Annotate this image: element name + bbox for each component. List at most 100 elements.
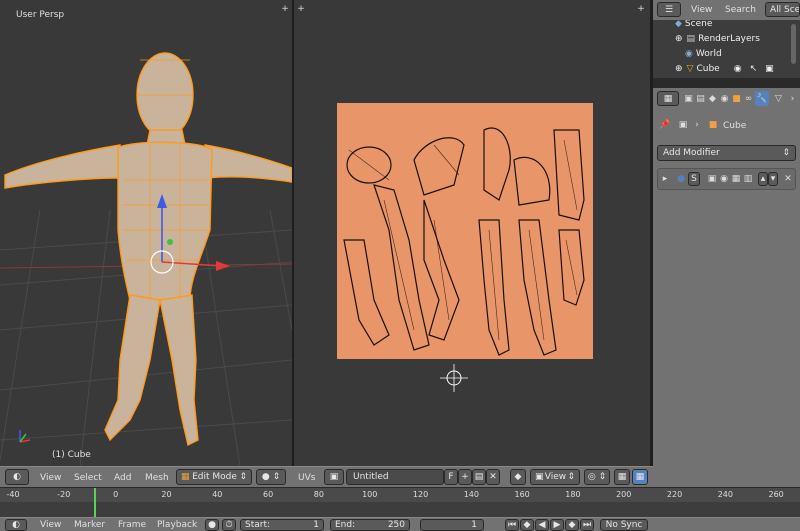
select-arrow-icon[interactable]: ↖: [750, 64, 758, 74]
expand-icon[interactable]: ⊕: [675, 64, 683, 74]
preview-range-button[interactable]: ⏱: [222, 519, 236, 531]
snap-toggle-button[interactable]: ▦: [614, 469, 630, 485]
display-mode-dropdown[interactable]: All Scenes: [765, 2, 800, 17]
timeline-menu-frame[interactable]: Frame: [118, 520, 146, 530]
render-camera-icon[interactable]: ▣: [765, 64, 774, 74]
outliner-menu-view[interactable]: View: [691, 5, 712, 15]
modifier-move-down-button[interactable]: ▾: [768, 172, 778, 186]
editor-type-button[interactable]: ▦: [657, 91, 679, 106]
corner-widget-icon[interactable]: +: [636, 4, 646, 14]
scene-icon: ◆: [675, 20, 682, 29]
play-button[interactable]: ▶: [550, 519, 564, 531]
modifiers-tab-icon[interactable]: 🔧: [755, 91, 769, 106]
properties-panel: 📌 ▣ › ■ Cube Add Modifier ⇕ ▸ ● S ▣ ◉ ▦ …: [653, 110, 800, 466]
jump-start-button[interactable]: ⏮: [505, 519, 519, 531]
more-tabs-icon[interactable]: ›: [787, 93, 798, 104]
uv-view-dropdown[interactable]: ▣ View ⇕: [530, 469, 580, 485]
unlink-image-button[interactable]: ✕: [486, 469, 500, 485]
timeline-menu-playback[interactable]: Playback: [157, 520, 197, 530]
editor-type-button[interactable]: ◐: [5, 519, 27, 531]
world-tab-icon[interactable]: ◉: [719, 93, 730, 104]
timeline-tick-label: 180: [565, 490, 581, 499]
render-tab-icon[interactable]: ▣: [683, 93, 694, 104]
sync-dropdown[interactable]: No Sync: [600, 519, 648, 531]
mesh-object-icon: ■: [708, 120, 718, 130]
pin-icon[interactable]: 📌: [659, 119, 671, 131]
outliner-scrollbar[interactable]: [791, 24, 796, 64]
viewport-menu-view[interactable]: View: [40, 473, 61, 483]
outliner-row-world[interactable]: ◉ World: [653, 46, 800, 61]
expand-triangle-icon[interactable]: ▸: [661, 174, 669, 184]
editor-type-button[interactable]: ◐: [5, 469, 29, 485]
view-icon: ▣: [535, 472, 544, 482]
modifier-apply-icon[interactable]: ▥: [742, 173, 754, 185]
corner-widget-icon[interactable]: +: [280, 4, 290, 14]
viewport-menu-add[interactable]: Add: [114, 473, 131, 483]
shading-dropdown[interactable]: ● ⇕: [256, 469, 286, 485]
corner-widget-icon[interactable]: +: [296, 4, 306, 14]
modifier-editmode-icon[interactable]: ◉: [718, 173, 730, 185]
outliner-menu-search[interactable]: Search: [725, 5, 756, 15]
pivot-dropdown[interactable]: ◎ ⇕: [584, 469, 610, 485]
current-frame-field[interactable]: 1: [420, 519, 484, 531]
area-divider[interactable]: [653, 78, 800, 88]
outliner-row-cube[interactable]: ⊕ ▽ Cube ◉ ↖ ▣: [653, 61, 800, 76]
jump-end-button[interactable]: ⏭: [580, 519, 594, 531]
timeline-menu-marker[interactable]: Marker: [74, 520, 105, 530]
end-frame-field[interactable]: End: 250: [330, 519, 410, 531]
visibility-eye-icon[interactable]: ◉: [734, 64, 742, 74]
remove-modifier-icon[interactable]: ✕: [782, 173, 794, 185]
constraints-tab-icon[interactable]: ∞: [743, 93, 754, 104]
3d-viewport[interactable]: User Persp (1) Cube +: [0, 0, 292, 466]
dropdown-arrows-icon: ⇕: [239, 472, 247, 482]
modifier-name-field[interactable]: S: [688, 172, 700, 186]
image-browse-button[interactable]: ▣: [324, 469, 344, 485]
modifier-panel[interactable]: ▸ ● S ▣ ◉ ▦ ▥ ▴ ▾ ✕: [657, 168, 796, 190]
fake-user-button[interactable]: F: [444, 469, 458, 485]
play-reverse-button[interactable]: ◀: [535, 519, 549, 531]
dropdown-arrows-icon: ⇕: [567, 472, 575, 482]
object-context-icon: ▣: [678, 120, 688, 130]
start-frame-field[interactable]: Start: 1: [240, 519, 324, 531]
sync-selection-button[interactable]: ▦: [632, 469, 648, 485]
add-modifier-dropdown[interactable]: Add Modifier ⇕: [657, 145, 796, 161]
viewport-canvas: [0, 52, 292, 466]
modifier-move-up-button[interactable]: ▴: [758, 172, 768, 186]
uv-editor[interactable]: + +: [294, 0, 650, 466]
mesh-object-icon: ▽: [686, 63, 694, 74]
outliner-header: ☰ View Search All Scenes: [653, 0, 800, 20]
jump-keyframe-forward-button[interactable]: ◆: [565, 519, 579, 531]
breadcrumb-arrow-icon: ›: [695, 120, 699, 130]
scene-tab-icon[interactable]: ◆: [707, 93, 718, 104]
viewport-menu-select[interactable]: Select: [74, 473, 102, 483]
modifier-realtime-icon[interactable]: ▣: [706, 173, 718, 185]
image-name-field[interactable]: Untitled: [346, 469, 444, 485]
renderlayers-icon: ▤: [686, 33, 696, 44]
open-image-button[interactable]: ▤: [472, 469, 486, 485]
record-button[interactable]: ●: [205, 519, 219, 531]
data-tab-icon[interactable]: ▽: [773, 93, 784, 104]
timeline-ruler[interactable]: -40 -20 0 20 40 60 80 100 120 140 160 180 200 220 240 2…: [0, 487, 800, 518]
viewport-title: User Persp: [16, 10, 65, 20]
timeline-tick-label: 240: [717, 490, 733, 499]
outliner-row-renderlayers[interactable]: ⊕ ▤ RenderLayers: [653, 31, 800, 46]
viewport-menu-mesh[interactable]: Mesh: [145, 473, 169, 483]
new-image-button[interactable]: +: [458, 469, 472, 485]
uv-menu-uvs[interactable]: UVs: [298, 473, 315, 483]
jump-keyframe-back-button[interactable]: ◆: [520, 519, 534, 531]
timeline-menu-view[interactable]: View: [40, 520, 61, 530]
expand-icon[interactable]: ⊕: [675, 34, 683, 44]
current-frame-line[interactable]: [94, 488, 96, 518]
editor-type-button[interactable]: ☰: [657, 2, 681, 17]
modifier-cage-icon[interactable]: ▦: [730, 173, 742, 185]
pin-image-button[interactable]: ◆: [510, 469, 526, 485]
outliner-row-scene[interactable]: ◆ Scene: [653, 20, 800, 31]
character-mesh: [4, 52, 292, 447]
mode-dropdown[interactable]: ▦ Edit Mode ⇕: [176, 469, 252, 485]
timeline-tick-label: 20: [161, 490, 172, 499]
object-tab-icon[interactable]: ■: [731, 93, 742, 104]
timeline-tick-label: -20: [57, 490, 71, 499]
render-layers-tab-icon[interactable]: ▤: [695, 93, 706, 104]
modifier-type-icon: ●: [677, 174, 685, 184]
timeline-tick-label: 200: [616, 490, 632, 499]
